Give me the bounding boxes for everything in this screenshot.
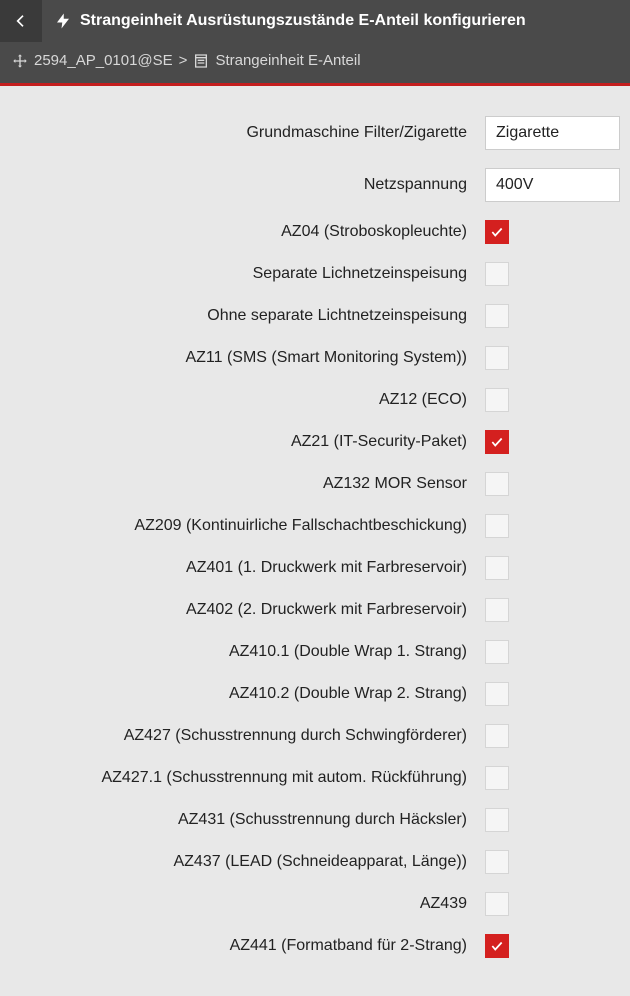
checkbox-input[interactable] [485, 640, 509, 664]
checkbox-input[interactable] [485, 304, 509, 328]
form-row-select: Grundmaschine Filter/ZigaretteZigarette [10, 116, 620, 150]
form-row-checkbox: AZ12 (ECO) [10, 388, 620, 412]
form-row-checkbox: AZ401 (1. Druckwerk mit Farbreservoir) [10, 556, 620, 580]
form-row-checkbox: AZ410.2 (Double Wrap 2. Strang) [10, 682, 620, 706]
checkbox-input[interactable] [485, 556, 509, 580]
breadcrumb: 2594_AP_0101@SE > Strangeinheit E-Anteil [0, 42, 630, 86]
form-row-checkbox: AZ427 (Schusstrennung durch Schwingförde… [10, 724, 620, 748]
field-control [485, 262, 620, 286]
field-control [485, 430, 620, 454]
field-label: AZ04 (Stroboskopleuchte) [10, 223, 485, 241]
form-row-checkbox: AZ21 (IT-Security-Paket) [10, 430, 620, 454]
field-control [485, 934, 620, 958]
checkbox-input[interactable] [485, 808, 509, 832]
field-label: AZ209 (Kontinuirliche Fallschachtbeschic… [10, 517, 485, 535]
field-control [485, 766, 620, 790]
select-input[interactable]: Zigarette [485, 116, 620, 150]
field-label: AZ410.1 (Double Wrap 1. Strang) [10, 643, 485, 661]
field-control [485, 556, 620, 580]
checkbox-input[interactable] [485, 682, 509, 706]
move-icon [12, 53, 28, 69]
form-row-select: Netzspannung400V [10, 168, 620, 202]
field-control [485, 598, 620, 622]
form-area: Grundmaschine Filter/ZigaretteZigarette N… [0, 86, 630, 996]
field-control [485, 514, 620, 538]
field-label: AZ441 (Formatband für 2-Strang) [10, 937, 485, 955]
field-label: Ohne separate Lichtnetzeinspeisung [10, 307, 485, 325]
checkbox-input[interactable] [485, 724, 509, 748]
form-row-checkbox: AZ04 (Stroboskopleuchte) [10, 220, 620, 244]
field-label: AZ427.1 (Schusstrennung mit autom. Rückf… [10, 769, 485, 787]
breadcrumb-item-2[interactable]: Strangeinheit E-Anteil [215, 52, 360, 69]
check-icon [490, 939, 504, 953]
field-control [485, 640, 620, 664]
form-row-checkbox: AZ209 (Kontinuirliche Fallschachtbeschic… [10, 514, 620, 538]
field-label: Separate Lichnetzeinspeisung [10, 265, 485, 283]
chevron-left-icon [13, 13, 29, 29]
check-icon [490, 435, 504, 449]
field-label: Netzspannung [10, 176, 485, 194]
form-row-checkbox: AZ402 (2. Druckwerk mit Farbreservoir) [10, 598, 620, 622]
lightning-icon [54, 12, 72, 30]
checkbox-input[interactable] [485, 346, 509, 370]
select-input[interactable]: 400V [485, 168, 620, 202]
field-label: AZ410.2 (Double Wrap 2. Strang) [10, 685, 485, 703]
form-row-checkbox: AZ132 MOR Sensor [10, 472, 620, 496]
form-row-checkbox: Separate Lichnetzeinspeisung [10, 262, 620, 286]
field-label: AZ439 [10, 895, 485, 913]
form-row-checkbox: AZ441 (Formatband für 2-Strang) [10, 934, 620, 958]
field-label: AZ437 (LEAD (Schneideapparat, Länge)) [10, 853, 485, 871]
field-control [485, 388, 620, 412]
title-bar: Strangeinheit Ausrüstungszustände E-Ante… [0, 0, 630, 42]
field-label: AZ427 (Schusstrennung durch Schwingförde… [10, 727, 485, 745]
checkbox-input[interactable] [485, 220, 509, 244]
checkbox-input[interactable] [485, 598, 509, 622]
field-control [485, 220, 620, 244]
checkbox-input[interactable] [485, 850, 509, 874]
form-row-checkbox: AZ11 (SMS (Smart Monitoring System)) [10, 346, 620, 370]
form-row-checkbox: AZ431 (Schusstrennung durch Häcksler) [10, 808, 620, 832]
breadcrumb-separator: > [179, 52, 188, 69]
field-control [485, 724, 620, 748]
page-title: Strangeinheit Ausrüstungszustände E-Ante… [80, 12, 526, 30]
field-label: AZ401 (1. Druckwerk mit Farbreservoir) [10, 559, 485, 577]
field-control [485, 472, 620, 496]
field-control [485, 304, 620, 328]
field-label: Grundmaschine Filter/Zigarette [10, 124, 485, 142]
checkbox-input[interactable] [485, 388, 509, 412]
field-control [485, 850, 620, 874]
checkbox-input[interactable] [485, 766, 509, 790]
checkbox-input[interactable] [485, 892, 509, 916]
checkbox-input[interactable] [485, 262, 509, 286]
field-control: Zigarette [485, 116, 620, 150]
checkbox-input[interactable] [485, 430, 509, 454]
form-row-checkbox: AZ439 [10, 892, 620, 916]
form-icon [193, 53, 209, 69]
form-row-checkbox: AZ427.1 (Schusstrennung mit autom. Rückf… [10, 766, 620, 790]
back-button[interactable] [0, 0, 42, 42]
field-control [485, 682, 620, 706]
header: Strangeinheit Ausrüstungszustände E-Ante… [0, 0, 630, 86]
field-label: AZ12 (ECO) [10, 391, 485, 409]
field-label: AZ11 (SMS (Smart Monitoring System)) [10, 349, 485, 367]
form-row-checkbox: AZ437 (LEAD (Schneideapparat, Länge)) [10, 850, 620, 874]
field-control [485, 346, 620, 370]
checkbox-input[interactable] [485, 472, 509, 496]
field-label: AZ21 (IT-Security-Paket) [10, 433, 485, 451]
check-icon [490, 225, 504, 239]
field-control [485, 808, 620, 832]
checkbox-input[interactable] [485, 514, 509, 538]
form-row-checkbox: AZ410.1 (Double Wrap 1. Strang) [10, 640, 620, 664]
breadcrumb-item-1[interactable]: 2594_AP_0101@SE [34, 52, 173, 69]
checkbox-input[interactable] [485, 934, 509, 958]
field-control [485, 892, 620, 916]
form-row-checkbox: Ohne separate Lichtnetzeinspeisung [10, 304, 620, 328]
field-control: 400V [485, 168, 620, 202]
field-label: AZ402 (2. Druckwerk mit Farbreservoir) [10, 601, 485, 619]
field-label: AZ431 (Schusstrennung durch Häcksler) [10, 811, 485, 829]
field-label: AZ132 MOR Sensor [10, 475, 485, 493]
